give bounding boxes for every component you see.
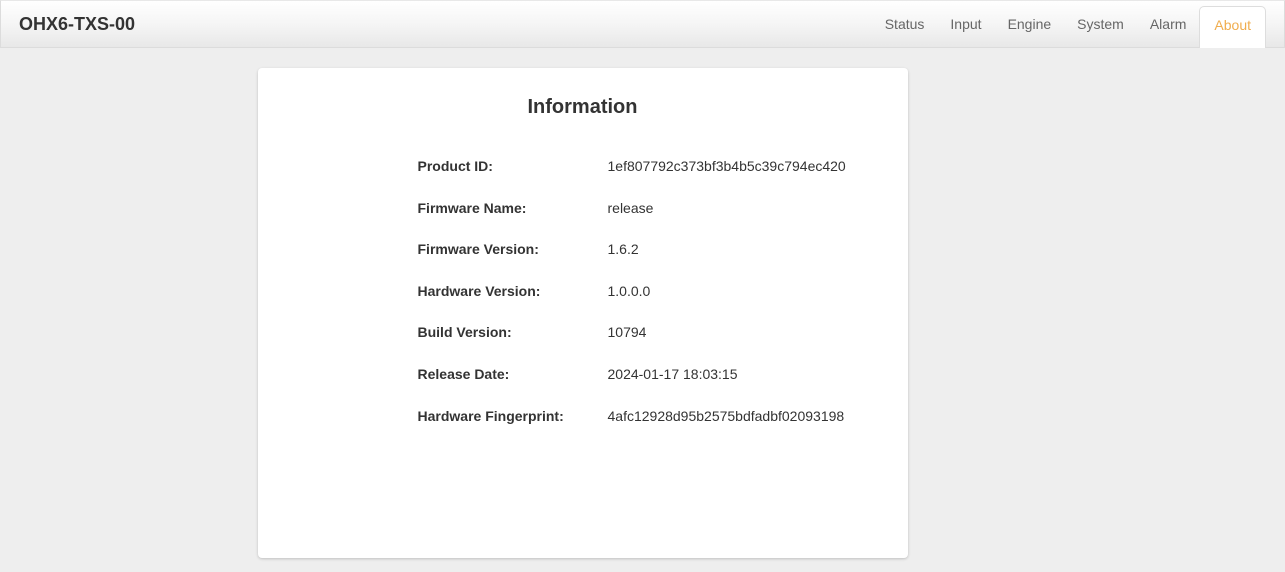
nav-tabs: Status Input Engine System Alarm About: [872, 1, 1266, 47]
app-logo: OHX6-TXS-00: [19, 14, 135, 35]
information-card: Information Product ID: 1ef807792c373bf3…: [258, 68, 908, 558]
info-row-firmware-name: Firmware Name: release: [418, 199, 868, 219]
value-firmware-version: 1.6.2: [608, 240, 639, 260]
label-release-date: Release Date:: [418, 365, 608, 385]
label-product-id: Product ID:: [418, 157, 608, 177]
tab-alarm[interactable]: Alarm: [1137, 5, 1200, 47]
value-firmware-name: release: [608, 199, 654, 219]
label-firmware-name: Firmware Name:: [418, 199, 608, 219]
info-row-build-version: Build Version: 10794: [418, 323, 868, 343]
card-title: Information: [258, 96, 908, 119]
app-header: OHX6-TXS-00 Status Input Engine System A…: [0, 0, 1285, 48]
label-firmware-version: Firmware Version:: [418, 240, 608, 260]
label-build-version: Build Version:: [418, 323, 608, 343]
main-container: Information Product ID: 1ef807792c373bf3…: [0, 48, 1285, 558]
info-row-release-date: Release Date: 2024-01-17 18:03:15: [418, 365, 868, 385]
value-hardware-version: 1.0.0.0: [608, 282, 651, 302]
info-row-hardware-fingerprint: Hardware Fingerprint: 4afc12928d95b2575b…: [418, 407, 868, 427]
value-build-version: 10794: [608, 323, 647, 343]
tab-input[interactable]: Input: [937, 5, 994, 47]
info-row-product-id: Product ID: 1ef807792c373bf3b4b5c39c794e…: [418, 157, 868, 177]
label-hardware-version: Hardware Version:: [418, 282, 608, 302]
info-row-firmware-version: Firmware Version: 1.6.2: [418, 240, 868, 260]
label-hardware-fingerprint: Hardware Fingerprint:: [418, 407, 608, 427]
info-row-hardware-version: Hardware Version: 1.0.0.0: [418, 282, 868, 302]
value-hardware-fingerprint: 4afc12928d95b2575bdfadbf02093198: [608, 407, 845, 427]
tab-engine[interactable]: Engine: [995, 5, 1065, 47]
value-release-date: 2024-01-17 18:03:15: [608, 365, 738, 385]
value-product-id: 1ef807792c373bf3b4b5c39c794ec420: [608, 157, 846, 177]
info-list: Product ID: 1ef807792c373bf3b4b5c39c794e…: [258, 157, 908, 426]
tab-status[interactable]: Status: [872, 5, 938, 47]
tab-system[interactable]: System: [1064, 5, 1137, 47]
tab-about[interactable]: About: [1199, 6, 1266, 48]
